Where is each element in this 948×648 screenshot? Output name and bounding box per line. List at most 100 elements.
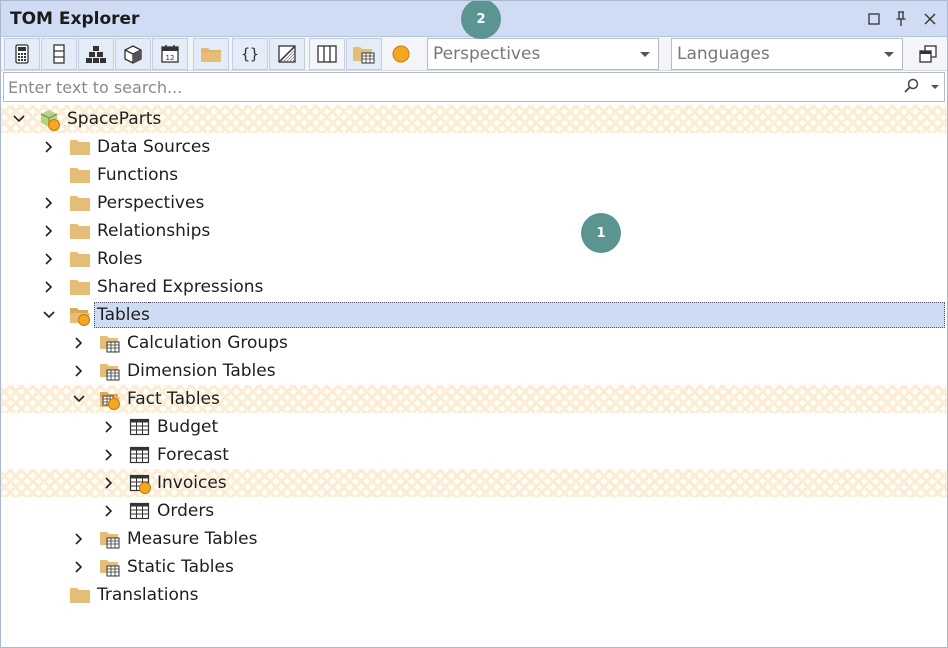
chevron-right-icon[interactable] bbox=[42, 224, 56, 238]
close-icon bbox=[924, 13, 936, 25]
search-icon[interactable] bbox=[904, 78, 920, 94]
chevron-right-icon[interactable] bbox=[42, 140, 56, 154]
tree-node-label: SpaceParts bbox=[67, 109, 162, 129]
table-icon bbox=[129, 418, 150, 436]
cube-icon bbox=[124, 45, 142, 64]
tree-node-roles[interactable]: Roles bbox=[1, 245, 947, 273]
chevron-down-icon[interactable] bbox=[72, 392, 86, 406]
folder-icon bbox=[201, 48, 221, 62]
tree-node-label: Tables bbox=[94, 302, 153, 328]
tree-node-translations[interactable]: Translations bbox=[1, 581, 947, 609]
table-group-folder-icon bbox=[100, 364, 120, 381]
chevron-right-icon[interactable] bbox=[72, 336, 86, 350]
chevron-right-icon[interactable] bbox=[42, 196, 56, 210]
chevron-right-icon[interactable] bbox=[42, 280, 56, 294]
tree-node-label: Relationships bbox=[97, 221, 211, 241]
chevron-right-icon[interactable] bbox=[102, 476, 116, 490]
tree-node-model[interactable]: SpaceParts bbox=[1, 105, 947, 133]
tree-node-label: Budget bbox=[157, 417, 219, 437]
tom-explorer-window: TOM Explorer 2 12 {} Perspectives Langua… bbox=[0, 0, 948, 648]
show-hidden-toggle[interactable] bbox=[269, 38, 305, 70]
chevron-right-icon[interactable] bbox=[102, 448, 116, 462]
tree-node-fact-tables[interactable]: Fact Tables bbox=[1, 385, 947, 413]
show-partitions-toggle[interactable] bbox=[115, 38, 151, 70]
show-columns-toggle[interactable] bbox=[41, 38, 77, 70]
changed-marker-icon bbox=[108, 398, 120, 410]
calendar-icon: 12 bbox=[161, 45, 179, 63]
tree-node-label: Perspectives bbox=[97, 193, 205, 213]
table-icon bbox=[129, 446, 150, 464]
chevron-right-icon[interactable] bbox=[72, 364, 86, 378]
changed-marker-icon bbox=[48, 119, 60, 131]
tree-node-budget[interactable]: Budget bbox=[1, 413, 947, 441]
chevron-right-icon[interactable] bbox=[72, 532, 86, 546]
tree-node-data-sources[interactable]: Data Sources bbox=[1, 133, 947, 161]
tree-node-label: Shared Expressions bbox=[97, 277, 264, 297]
show-expressions-toggle[interactable]: {} bbox=[232, 38, 268, 70]
show-table-groups-toggle[interactable] bbox=[346, 38, 382, 70]
search-options-chevron-icon[interactable] bbox=[931, 85, 939, 89]
folder-icon bbox=[70, 196, 90, 211]
tree-node-perspectives[interactable]: Perspectives bbox=[1, 189, 947, 217]
tree-node-measure-tables[interactable]: Measure Tables bbox=[1, 525, 947, 553]
show-display-folders-toggle[interactable] bbox=[193, 38, 229, 70]
tree-node-label: Static Tables bbox=[127, 557, 234, 577]
tree-node-label: Dimension Tables bbox=[127, 361, 276, 381]
folder-icon bbox=[70, 168, 90, 183]
braces-icon: {} bbox=[241, 45, 259, 63]
chevron-right-icon[interactable] bbox=[72, 560, 86, 574]
changed-indicator-icon bbox=[392, 45, 410, 63]
chevron-right-icon[interactable] bbox=[102, 504, 116, 518]
tree-node-static-tables[interactable]: Static Tables bbox=[1, 553, 947, 581]
show-calendars-toggle[interactable]: 12 bbox=[152, 38, 188, 70]
folder-icon bbox=[70, 588, 90, 603]
perspectives-dropdown-value: Perspectives bbox=[433, 44, 541, 64]
windows-icon bbox=[919, 45, 937, 63]
tree-node-label: Calculation Groups bbox=[127, 333, 288, 353]
tree-node-label: Measure Tables bbox=[127, 529, 258, 549]
tree-node-dimension-tables[interactable]: Dimension Tables bbox=[1, 357, 947, 385]
tree-node-orders[interactable]: Orders bbox=[1, 497, 947, 525]
tree-node-label: Fact Tables bbox=[127, 389, 220, 409]
languages-dropdown[interactable]: Languages bbox=[671, 38, 903, 70]
show-columns-layout-toggle[interactable] bbox=[309, 38, 345, 70]
tree-node-shared-expressions[interactable]: Shared Expressions bbox=[1, 273, 947, 301]
chevron-right-icon[interactable] bbox=[102, 420, 116, 434]
chevron-down-icon[interactable] bbox=[42, 308, 56, 322]
show-hierarchies-toggle[interactable] bbox=[78, 38, 114, 70]
callout-badge-1: 1 bbox=[581, 213, 621, 253]
chevron-down-icon[interactable] bbox=[12, 112, 26, 126]
pin-button[interactable] bbox=[891, 9, 911, 29]
calculator-icon bbox=[15, 44, 29, 64]
tree-node-functions[interactable]: Functions bbox=[1, 161, 947, 189]
search-box bbox=[3, 72, 945, 102]
show-measures-toggle[interactable] bbox=[4, 38, 40, 70]
show-changed-objects-toggle[interactable] bbox=[383, 38, 419, 70]
folder-icon bbox=[70, 252, 90, 267]
tree-node-tables[interactable]: Tables bbox=[1, 301, 947, 329]
close-button[interactable] bbox=[920, 9, 940, 29]
table-group-folder-icon bbox=[353, 47, 375, 64]
maximize-icon bbox=[868, 13, 880, 25]
folder-icon bbox=[70, 140, 90, 155]
hierarchy-icon bbox=[86, 46, 106, 63]
hidden-objects-icon bbox=[278, 45, 296, 63]
svg-text:12: 12 bbox=[166, 54, 175, 62]
search-input[interactable] bbox=[4, 73, 884, 101]
folder-icon bbox=[70, 280, 90, 295]
svg-text:{}: {} bbox=[241, 45, 259, 63]
changed-marker-icon bbox=[139, 482, 151, 494]
tree-node-calculation-groups[interactable]: Calculation Groups bbox=[1, 329, 947, 357]
maximize-button[interactable] bbox=[864, 9, 884, 29]
toolbar: 12 {} Perspectives Languages bbox=[1, 37, 947, 71]
tree-node-label: Forecast bbox=[157, 445, 229, 465]
tree-node-relationships[interactable]: Relationships bbox=[1, 217, 947, 245]
languages-dropdown-value: Languages bbox=[677, 44, 770, 64]
tree-node-label: Orders bbox=[157, 501, 215, 521]
tree-node-forecast[interactable]: Forecast bbox=[1, 441, 947, 469]
tree-node-label: Translations bbox=[97, 585, 199, 605]
tree-node-invoices[interactable]: Invoices bbox=[1, 469, 947, 497]
perspectives-dropdown[interactable]: Perspectives bbox=[427, 38, 659, 70]
chevron-right-icon[interactable] bbox=[42, 252, 56, 266]
open-new-window-button[interactable] bbox=[910, 38, 946, 70]
